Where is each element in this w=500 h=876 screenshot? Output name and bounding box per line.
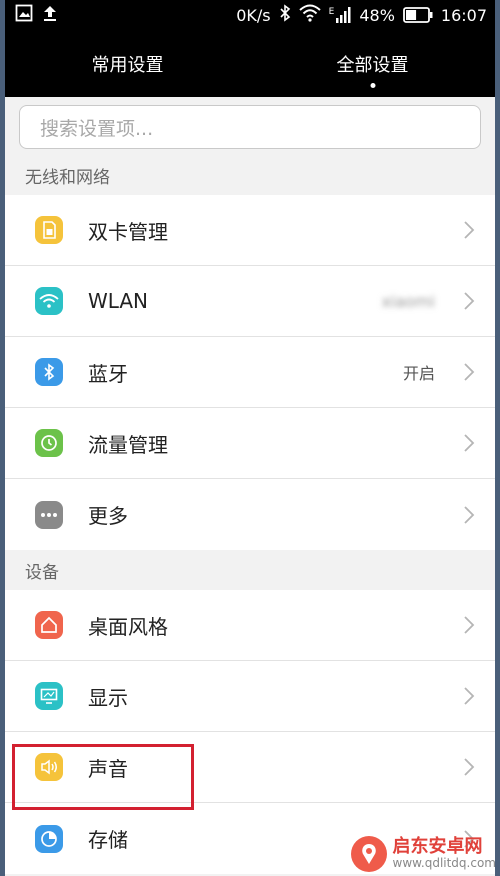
item-label: 桌面风格 [88, 614, 168, 639]
sound-icon [35, 753, 63, 781]
settings-item-data-usage[interactable]: 流量管理 [5, 408, 495, 479]
section-title: 无线和网络 [25, 167, 110, 188]
watermark-title: 启东安卓网 [392, 836, 483, 858]
watermark-url: www.qdlitdq.com [392, 856, 496, 871]
status-bar: 0K/s E 48% 16:07 [5, 0, 495, 30]
display-icon [35, 682, 63, 710]
upload-icon [41, 4, 59, 26]
phone-screen: 0K/s E 48% 16:07 常用设置 全部设置 搜索设置项... 无线和网… [5, 0, 495, 876]
chevron-right-icon [464, 363, 475, 381]
settings-item-dual-sim[interactable]: 双卡管理 [5, 195, 495, 266]
storage-icon [35, 824, 63, 853]
section-header-wireless: 无线和网络 [5, 155, 495, 195]
tab-label: 常用设置 [91, 54, 164, 76]
device-list: 桌面风格 显示 声音 存储 [5, 590, 495, 874]
section-header-device: 设备 [5, 550, 495, 590]
watermark-logo-icon [350, 836, 387, 872]
signal-icon: E [329, 7, 352, 23]
tab-all-settings[interactable]: 全部设置 [250, 30, 495, 97]
watermark: 启东安卓网 www.qdlitdq.com [350, 836, 496, 872]
section-title: 设备 [25, 562, 59, 583]
home-icon [35, 611, 63, 639]
settings-item-more[interactable]: 更多 [5, 479, 495, 550]
settings-item-wlan[interactable]: WLAN xiaomi [5, 266, 495, 337]
chevron-right-icon [464, 505, 475, 524]
battery-percent: 48% [359, 5, 395, 25]
signal-type: E [328, 7, 335, 17]
gallery-icon [15, 4, 33, 26]
chevron-right-icon [464, 758, 475, 776]
item-label: 声音 [88, 756, 128, 781]
network-speed: 0K/s [236, 5, 271, 25]
data-usage-icon [35, 429, 63, 457]
bluetooth-icon [279, 4, 291, 26]
settings-item-bluetooth[interactable]: 蓝牙 开启 [5, 337, 495, 408]
search-container: 搜索设置项... [5, 97, 495, 155]
bluetooth-icon [35, 358, 63, 386]
wifi-icon [35, 287, 63, 315]
chevron-right-icon [464, 687, 475, 705]
wireless-list: 双卡管理 WLAN xiaomi 蓝牙 开启 流量管理 更多 [5, 195, 495, 550]
tab-label: 全部设置 [336, 54, 409, 76]
chevron-right-icon [464, 616, 475, 634]
item-label: 蓝牙 [88, 361, 128, 386]
item-label: 双卡管理 [88, 219, 168, 244]
settings-item-sound[interactable]: 声音 [5, 732, 495, 803]
clock: 16:07 [440, 5, 487, 25]
item-value: xiaomi [381, 291, 435, 311]
item-label: 更多 [88, 504, 128, 528]
tab-common-settings[interactable]: 常用设置 [5, 30, 250, 97]
wifi-icon [298, 4, 321, 26]
settings-item-home-style[interactable]: 桌面风格 [5, 590, 495, 661]
chevron-right-icon [464, 221, 475, 239]
sim-card-icon [35, 216, 63, 244]
item-value: 开启 [402, 364, 435, 383]
settings-tabs: 常用设置 全部设置 [5, 30, 495, 97]
search-input[interactable]: 搜索设置项... [19, 105, 481, 149]
more-icon [35, 500, 63, 529]
item-label: 流量管理 [88, 432, 168, 457]
search-placeholder: 搜索设置项... [40, 117, 154, 140]
active-tab-indicator [370, 83, 375, 88]
chevron-right-icon [464, 434, 475, 452]
settings-item-display[interactable]: 显示 [5, 661, 495, 732]
item-label: WLAN [88, 289, 149, 313]
chevron-right-icon [464, 292, 475, 310]
item-label: 显示 [88, 685, 128, 710]
battery-icon [402, 7, 433, 23]
